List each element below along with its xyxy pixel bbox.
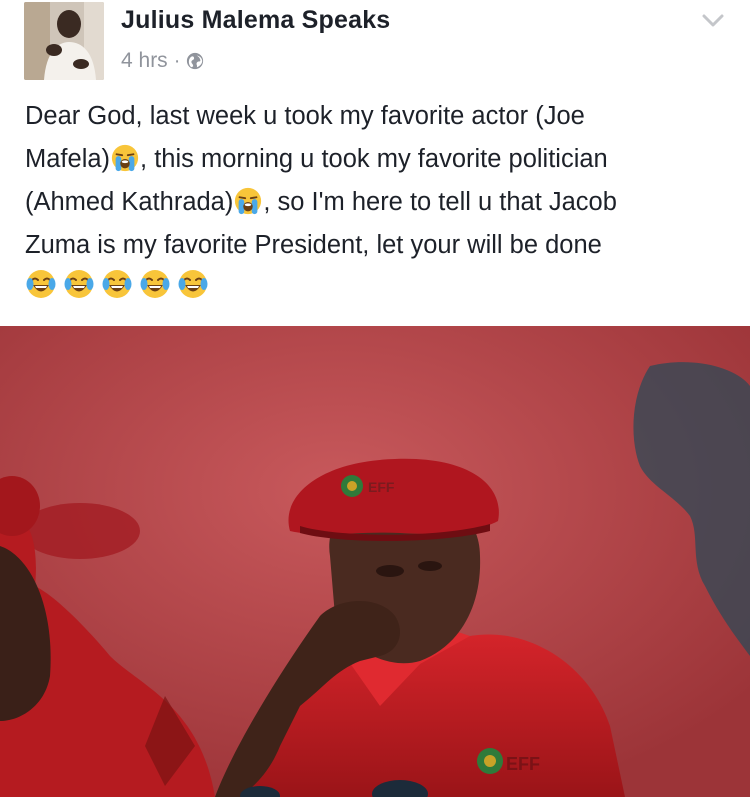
chevron-down-icon[interactable] bbox=[702, 14, 724, 28]
author-name[interactable]: Julius Malema Speaks bbox=[121, 6, 390, 35]
loudly-crying-face-icon bbox=[111, 144, 139, 172]
face-with-tears-of-joy-icon bbox=[178, 270, 208, 298]
post-timestamp[interactable]: 4 hrs bbox=[121, 49, 168, 73]
message-text: Mafela) bbox=[25, 145, 111, 173]
meta-separator: · bbox=[173, 49, 181, 72]
face-with-tears-of-joy-icon bbox=[26, 270, 56, 298]
message-line: (Ahmed Kathrada) , so I'm here to tell u… bbox=[25, 181, 725, 224]
face-with-tears-of-joy-icon bbox=[140, 270, 170, 298]
message-text: Dear God, last week u took my favorite a… bbox=[25, 102, 585, 130]
message-text: , so I'm here to tell u that Jacob bbox=[263, 188, 617, 216]
post-message: Dear God, last week u took my favorite a… bbox=[25, 95, 725, 267]
face-with-tears-of-joy-icon bbox=[102, 270, 132, 298]
photo-illustration: EFF EFF bbox=[0, 326, 750, 797]
post-header: Julius Malema Speaks 4 hrs · bbox=[0, 0, 750, 90]
message-line: Mafela) , this morning u took my favorit… bbox=[25, 138, 725, 181]
message-text: (Ahmed Kathrada) bbox=[25, 188, 234, 216]
globe-icon bbox=[187, 52, 204, 70]
message-text: , this morning u took my favorite politi… bbox=[140, 145, 608, 173]
loudly-crying-face-icon bbox=[235, 187, 262, 215]
message-text: Zuma is my favorite President, let your … bbox=[25, 231, 602, 259]
emoji-row bbox=[25, 268, 209, 300]
post-meta: 4 hrs · bbox=[121, 48, 204, 74]
author-avatar[interactable] bbox=[24, 2, 104, 80]
face-with-tears-of-joy-icon bbox=[64, 270, 94, 298]
message-line: Dear God, last week u took my favorite a… bbox=[25, 95, 725, 138]
facebook-post: Julius Malema Speaks 4 hrs · Dear God, l… bbox=[0, 0, 750, 797]
svg-text:EFF: EFF bbox=[368, 479, 395, 495]
avatar-image bbox=[24, 2, 104, 80]
message-line: Zuma is my favorite President, let your … bbox=[25, 224, 725, 267]
svg-text:EFF: EFF bbox=[506, 754, 540, 774]
post-photo[interactable]: EFF EFF bbox=[0, 326, 750, 797]
